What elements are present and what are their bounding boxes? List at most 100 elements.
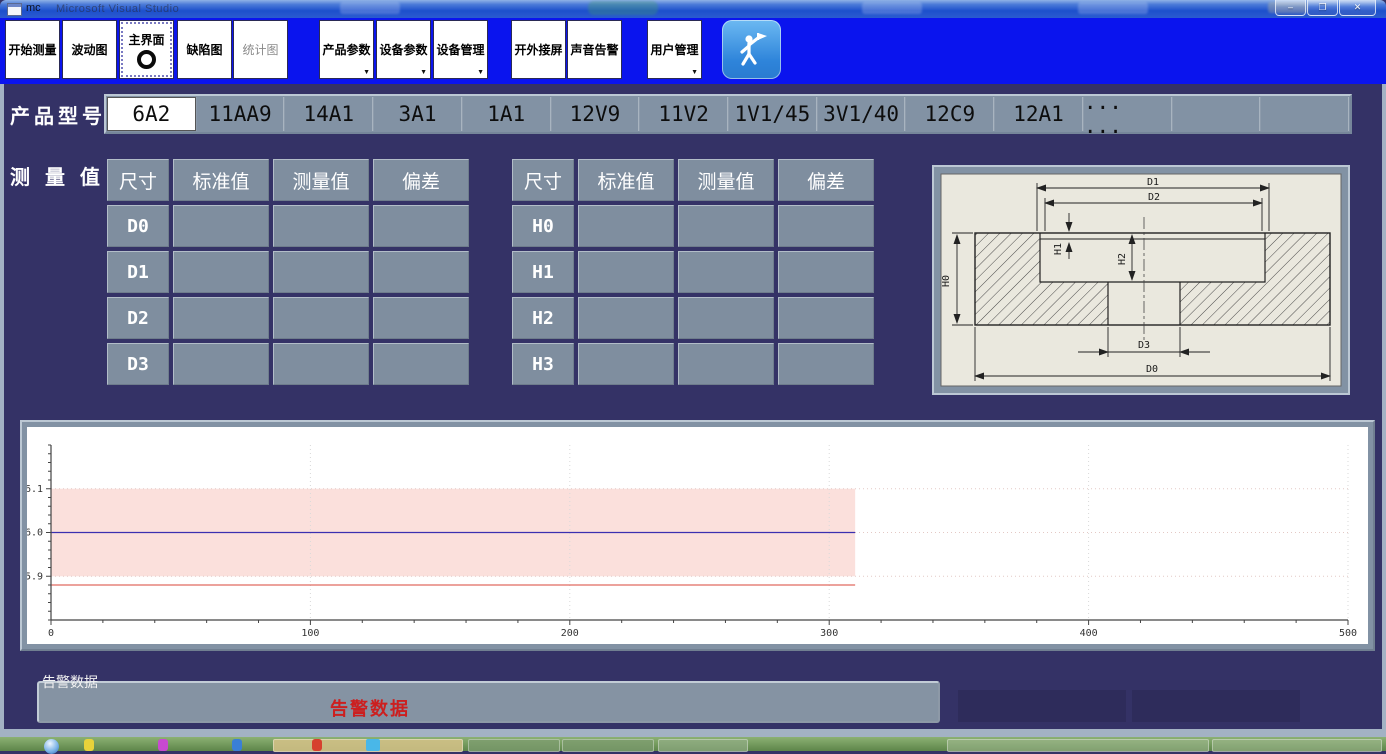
restore-button[interactable]: ❐ <box>1307 0 1338 16</box>
taskbar-window[interactable] <box>468 739 560 752</box>
toolbar-button-label: 波动图 <box>71 41 107 58</box>
value-cell <box>273 343 369 385</box>
dropdown-arrow-icon[interactable]: ▼ <box>691 69 698 76</box>
value-cell <box>173 297 269 339</box>
col-header: 测量值 <box>273 159 369 201</box>
height-table: 尺寸标准值测量值偏差H0H1H2H3 <box>508 155 878 389</box>
part-drawing-panel: D1 D2 H1 H2 H0 D3 D0 <box>932 165 1350 395</box>
value-cell <box>173 343 269 385</box>
value-cell <box>373 251 469 293</box>
value-cell <box>173 251 269 293</box>
trend-chart-frame: 01002003004005005.96.06.1 <box>20 420 1375 651</box>
model-tab-dots[interactable]: ... ... <box>1083 97 1172 131</box>
model-tab-1V1-45[interactable]: 1V1/45 <box>728 97 817 131</box>
alarm-data-panel <box>37 681 940 723</box>
part-cross-section-drawing: D1 D2 H1 H2 H0 D3 D0 <box>932 165 1350 395</box>
external-screen-button[interactable]: 开外接屏 <box>511 20 566 79</box>
col-header: 标准值 <box>173 159 269 201</box>
dimension-label-h0: H0 <box>941 275 952 287</box>
value-cell <box>778 205 874 247</box>
hidden-panel-ghost <box>1132 690 1300 722</box>
x-tick-label: 0 <box>48 628 54 639</box>
hidden-panel-ghost <box>958 690 1126 722</box>
toolbar-button-label: 用户管理 <box>650 41 698 58</box>
app-window-icon <box>7 3 22 16</box>
dimension-label-d2: D2 <box>1148 192 1160 203</box>
sound-alarm-button[interactable]: 声音告警 <box>567 20 622 79</box>
value-cell <box>373 343 469 385</box>
value-cell <box>578 251 674 293</box>
product-model-strip: 6A211AA914A13A11A112V911V21V1/453V1/4012… <box>104 94 1352 134</box>
taskbar-icon-red[interactable] <box>312 739 322 751</box>
dimension-label-d0: D0 <box>1146 364 1158 375</box>
dimension-label-h1: H1 <box>1053 243 1064 255</box>
measure-values-label: 测 量 值 <box>10 161 104 190</box>
dim-label: D0 <box>107 205 169 247</box>
model-tab-empty[interactable] <box>1172 97 1261 131</box>
main-screen-button[interactable]: 主界面 <box>119 20 174 79</box>
value-cell <box>778 251 874 293</box>
model-tab-14A1[interactable]: 14A1 <box>284 97 373 131</box>
model-tab-3A1[interactable]: 3A1 <box>373 97 462 131</box>
titlebar-ghost-blob <box>588 1 658 15</box>
model-tab-1A1[interactable]: 1A1 <box>462 97 551 131</box>
toolbar: 开始测量波动图主界面缺陷图统计图产品参数▼设备参数▼设备管理▼开外接屏声音告警用… <box>0 18 1386 84</box>
windows-taskbar <box>0 737 1386 751</box>
x-tick-label: 400 <box>1080 628 1098 639</box>
user-manage-button[interactable]: 用户管理 ▼ <box>647 20 702 79</box>
taskbar-icon-cyan[interactable] <box>366 739 380 751</box>
model-tab-12V9[interactable]: 12V9 <box>551 97 640 131</box>
product-model-label: 产品型号 <box>10 100 106 129</box>
start-orb[interactable] <box>44 739 59 754</box>
col-header: 尺寸 <box>512 159 574 201</box>
value-cell <box>273 297 369 339</box>
wave-chart-button[interactable]: 波动图 <box>62 20 117 79</box>
model-tab-empty[interactable] <box>1260 97 1349 131</box>
taskbar-icon-blue[interactable] <box>232 739 242 751</box>
taskbar-window[interactable] <box>658 739 748 752</box>
x-tick-label: 200 <box>561 628 579 639</box>
start-measure-button[interactable]: 开始测量 <box>5 20 60 79</box>
taskbar-window[interactable] <box>562 739 654 752</box>
toolbar-button-label: 缺陷图 <box>186 41 222 58</box>
value-cell <box>578 205 674 247</box>
model-tab-12A1[interactable]: 12A1 <box>994 97 1083 131</box>
taskbar-icon-magenta[interactable] <box>158 739 168 751</box>
minimize-button[interactable]: – <box>1275 0 1306 16</box>
product-params-button[interactable]: 产品参数▼ <box>319 20 374 79</box>
device-params-button[interactable]: 设备参数▼ <box>376 20 431 79</box>
dropdown-arrow-icon[interactable]: ▼ <box>363 69 370 76</box>
toolbar-button-label: 主界面 <box>128 31 164 48</box>
model-tab-11V2[interactable]: 11V2 <box>639 97 728 131</box>
dropdown-arrow-icon[interactable]: ▼ <box>477 69 484 76</box>
taskbar-window[interactable] <box>947 739 1209 752</box>
model-tab-6A2[interactable]: 6A2 <box>107 97 196 131</box>
col-header: 偏差 <box>778 159 874 201</box>
value-cell <box>173 205 269 247</box>
close-button[interactable]: ✕ <box>1339 0 1376 16</box>
model-tab-11AA9[interactable]: 11AA9 <box>196 97 285 131</box>
titlebar: Microsoft Visual Studio mc – ❐ ✕ <box>0 0 1386 18</box>
window-border-right <box>1382 84 1386 737</box>
taskbar-window[interactable] <box>1212 739 1382 752</box>
taskbar-icon-yellow[interactable] <box>84 739 94 751</box>
value-cell <box>678 251 774 293</box>
model-tab-3V1-40[interactable]: 3V1/40 <box>817 97 906 131</box>
titlebar-ghost-blob <box>340 2 400 14</box>
col-header: 标准值 <box>578 159 674 201</box>
value-cell <box>678 297 774 339</box>
toolbar-button-label: 设备管理 <box>436 41 484 58</box>
value-cell <box>578 343 674 385</box>
device-manage-button[interactable]: 设备管理 ▼ <box>433 20 488 79</box>
dim-label: D2 <box>107 297 169 339</box>
dropdown-arrow-icon[interactable]: ▼ <box>420 69 427 76</box>
record-ring-icon <box>137 50 156 69</box>
toolbar-button-label: 开始测量 <box>8 41 56 58</box>
dim-label: D1 <box>107 251 169 293</box>
value-cell <box>273 251 369 293</box>
person-with-flag-icon[interactable] <box>722 20 781 79</box>
model-tab-12C9[interactable]: 12C9 <box>905 97 994 131</box>
dim-label: H2 <box>512 297 574 339</box>
defect-chart-button[interactable]: 缺陷图 <box>177 20 232 79</box>
dimension-label-h2: H2 <box>1117 253 1128 265</box>
